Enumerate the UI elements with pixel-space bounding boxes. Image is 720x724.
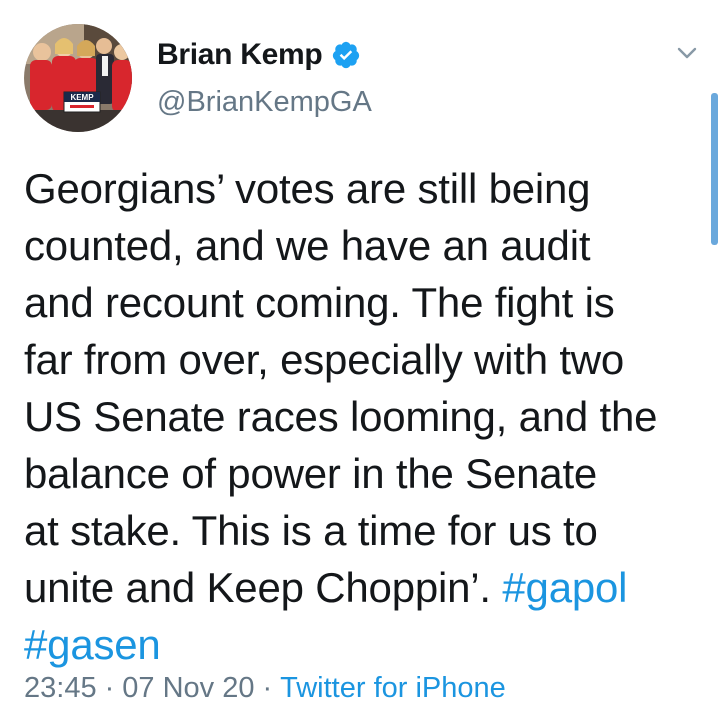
tweet-text-line: and recount coming. The fight is bbox=[24, 279, 615, 326]
user-handle[interactable]: @BrianKempGA bbox=[157, 86, 372, 119]
tweet-text-line: balance of power in the Senate bbox=[24, 450, 598, 497]
tweet-text-line: at stake. This is a time for us to bbox=[24, 507, 598, 554]
display-name[interactable]: Brian Kemp bbox=[157, 38, 323, 72]
chevron-down-icon[interactable] bbox=[672, 42, 702, 64]
tweet-text: Georgians’ votes are still being counted… bbox=[24, 160, 694, 673]
meta-separator: · bbox=[262, 672, 273, 704]
tweet-date[interactable]: 07 Nov 20 bbox=[122, 672, 254, 705]
avatar-sign-text: KEMP bbox=[70, 93, 94, 102]
tweet-text-line: far from over, especially with two bbox=[24, 336, 625, 383]
tweet-source-link[interactable]: Twitter for iPhone bbox=[280, 672, 506, 705]
scrollbar[interactable] bbox=[711, 93, 718, 245]
hashtag-link-gapol[interactable]: #gapol bbox=[502, 564, 627, 611]
author-name-row[interactable]: Brian Kemp bbox=[157, 37, 361, 73]
tweet-text-line: counted, and we have an audit bbox=[24, 222, 591, 269]
tweet-time[interactable]: 23:45 bbox=[24, 672, 97, 705]
avatar-photo: KEMP bbox=[24, 24, 132, 132]
hashtag-link-gasen[interactable]: #gasen bbox=[24, 621, 161, 668]
meta-separator: · bbox=[104, 672, 115, 704]
tweet-text-line: unite and Keep Choppin’. bbox=[24, 564, 503, 611]
tweet-meta: 23:45 · 07 Nov 20 · Twitter for iPhone bbox=[24, 672, 506, 705]
tweet-text-line: Georgians’ votes are still being bbox=[24, 165, 591, 212]
avatar[interactable]: KEMP bbox=[24, 24, 132, 132]
tweet-text-line: US Senate races looming, and the bbox=[24, 393, 658, 440]
verified-badge-icon bbox=[331, 40, 361, 70]
